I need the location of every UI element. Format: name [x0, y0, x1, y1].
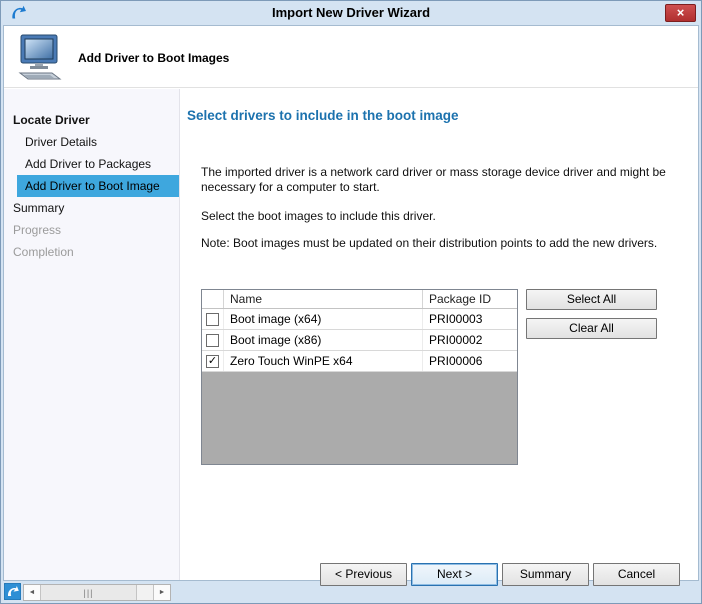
row-package-id: PRI00003 [423, 309, 517, 329]
table-row[interactable]: Boot image (x64) PRI00003 [202, 309, 517, 330]
checkbox-cell: ✓ [202, 351, 224, 371]
scroll-right-icon: ► [159, 589, 166, 596]
nav-item-add-driver-to-packages[interactable]: Add Driver to Packages [4, 153, 179, 175]
check-icon: ✓ [208, 355, 217, 367]
header-title: Add Driver to Boot Images [78, 51, 229, 65]
boot-images-table: Name Package ID Boot image (x64) PRI0000… [201, 289, 518, 465]
note-text: Note: Boot images must be updated on the… [201, 236, 669, 251]
nav-item-driver-details[interactable]: Driver Details [4, 131, 179, 153]
wizard-page: Select drivers to include in the boot im… [180, 89, 698, 580]
nav-item-progress: Progress [4, 219, 179, 241]
computer-icon [16, 34, 68, 86]
table-row[interactable]: Boot image (x86) PRI00002 [202, 330, 517, 351]
grip-icon: ||| [83, 588, 93, 598]
row-package-id: PRI00002 [423, 330, 517, 350]
nav-item-locate-driver[interactable]: Locate Driver [4, 109, 179, 131]
intro-text: The imported driver is a network card dr… [201, 165, 669, 195]
select-all-button[interactable]: Select All [526, 289, 657, 310]
wizard-badge-icon [4, 583, 21, 600]
checkbox-column-header [202, 290, 224, 308]
close-button[interactable]: × [665, 4, 696, 22]
dialog-content-frame: Add Driver to Boot Images Locate Driver … [3, 25, 699, 581]
checkbox-cell [202, 309, 224, 329]
name-column-header[interactable]: Name [224, 290, 423, 308]
cancel-button[interactable]: Cancel [593, 563, 680, 586]
summary-button[interactable]: Summary [502, 563, 589, 586]
checkbox-zero-touch-winpe-x64[interactable]: ✓ [206, 355, 219, 368]
next-button[interactable]: Next > [411, 563, 498, 586]
clear-all-button[interactable]: Clear All [526, 318, 657, 339]
nav-item-add-driver-to-boot-image[interactable]: Add Driver to Boot Image [17, 175, 179, 197]
checkbox-boot-image-x86[interactable] [206, 334, 219, 347]
nav-item-completion: Completion [4, 241, 179, 263]
wizard-header: Add Driver to Boot Images [4, 26, 698, 88]
row-name: Boot image (x86) [224, 330, 423, 350]
checkbox-cell [202, 330, 224, 350]
wizard-nav-sidebar: Locate Driver Driver Details Add Driver … [4, 89, 180, 580]
scrollbar-thumb[interactable]: ||| [41, 585, 137, 600]
table-header: Name Package ID [202, 290, 517, 309]
package-id-column-header[interactable]: Package ID [423, 290, 517, 308]
nav-item-summary[interactable]: Summary [4, 197, 179, 219]
scroll-right-button[interactable]: ► [153, 585, 170, 600]
instruction-text: Select the boot images to include this d… [201, 209, 669, 224]
row-name: Zero Touch WinPE x64 [224, 351, 423, 371]
horizontal-scrollbar[interactable]: ◄ ||| ► [23, 584, 171, 601]
scroll-left-button[interactable]: ◄ [24, 585, 41, 600]
close-icon: × [677, 5, 685, 20]
previous-button[interactable]: < Previous [320, 563, 407, 586]
row-package-id: PRI00006 [423, 351, 517, 371]
table-row[interactable]: ✓ Zero Touch WinPE x64 PRI00006 [202, 351, 517, 372]
scrollbar-track[interactable] [137, 585, 153, 600]
window-title: Import New Driver Wizard [1, 5, 701, 20]
title-bar: Import New Driver Wizard × [1, 1, 701, 25]
row-name: Boot image (x64) [224, 309, 423, 329]
page-title: Select drivers to include in the boot im… [187, 108, 459, 123]
wizard-body: Locate Driver Driver Details Add Driver … [4, 89, 698, 580]
scroll-left-icon: ◄ [29, 589, 36, 596]
checkbox-boot-image-x64[interactable] [206, 313, 219, 326]
wizard-window: Import New Driver Wizard × [0, 0, 702, 604]
